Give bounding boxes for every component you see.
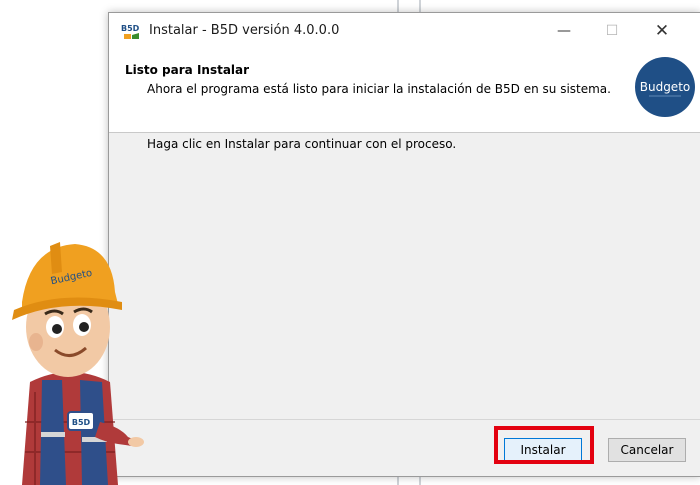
logo-text: Budgeto (640, 80, 691, 94)
mascot-illustration: B5D Budgeto (12, 242, 144, 485)
maximize-button[interactable]: ☐ (589, 13, 635, 49)
close-button[interactable]: ✕ (639, 13, 685, 49)
maximize-icon: ☐ (605, 23, 619, 39)
cancel-button[interactable]: Cancelar (608, 438, 686, 462)
footer-divider (109, 419, 700, 420)
installer-window: B5D Instalar - B5D versión 4.0.0.0 — ☐ ✕… (108, 12, 700, 477)
app-icon-label: B5D (121, 24, 140, 33)
title-bar[interactable]: B5D Instalar - B5D versión 4.0.0.0 — ☐ ✕ (109, 13, 700, 49)
minimize-button[interactable]: — (541, 13, 587, 49)
instruction-text: Haga clic en Instalar para continuar con… (147, 137, 457, 151)
window-title: Instalar - B5D versión 4.0.0.0 (149, 23, 340, 38)
app-icon: B5D (121, 24, 140, 39)
install-highlight-box (494, 426, 594, 464)
page-subtitle: Ahora el programa está listo para inicia… (147, 82, 611, 96)
page-title: Listo para Instalar (125, 63, 250, 77)
budgeto-logo: Budgeto (635, 57, 695, 117)
close-icon: ✕ (654, 21, 670, 41)
minimize-icon: — (557, 23, 571, 39)
mascot-vest-text: B5D (72, 418, 91, 427)
wizard-header: Listo para Instalar Ahora el programa es… (109, 49, 700, 133)
